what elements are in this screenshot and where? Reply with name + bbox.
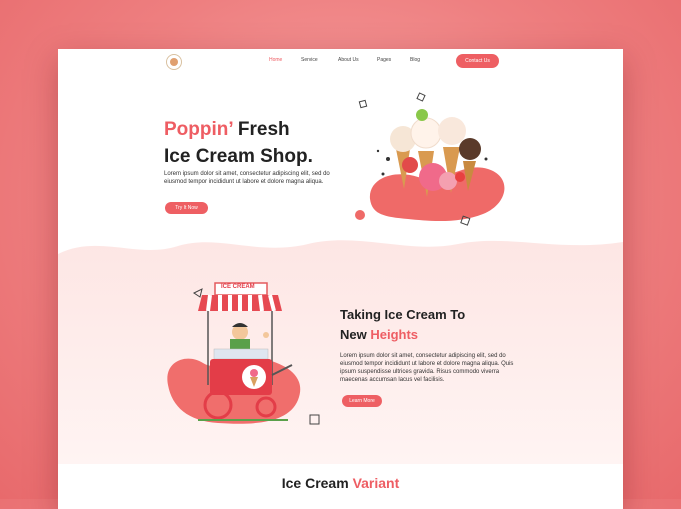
nav-about-us[interactable]: About Us [338, 57, 359, 63]
learn-more-button[interactable]: Learn More [342, 395, 382, 407]
ice-cream-variant-title: Ice Cream Variant [58, 475, 623, 491]
hero-title-accent: Poppin’ [164, 119, 233, 140]
nav-home[interactable]: Home [269, 57, 282, 63]
landing-page: Home Service About Us Pages Blog Contact… [58, 49, 623, 509]
wave-background [58, 240, 623, 464]
hero-title-rest: Fresh [232, 119, 290, 140]
hero-title: Poppin’ Fresh Ice Cream Shop. [164, 116, 313, 170]
nav-blog[interactable]: Blog [410, 57, 420, 63]
section2-title-plain: New [340, 327, 371, 342]
hero-title-line2: Ice Cream Shop. [164, 146, 313, 167]
cart-sign-text: ICE CREAM [221, 284, 255, 290]
nav-pages[interactable]: Pages [377, 57, 391, 63]
variant-title-accent: Variant [352, 475, 400, 491]
section2-title-line1: Taking Ice Cream To [340, 307, 466, 322]
section2-description: Lorem ipsum dolor sit amet, consectetur … [340, 353, 514, 383]
ice-cream-illustration [355, 92, 505, 226]
section2-title: Taking Ice Cream To New Heights [340, 305, 465, 345]
top-nav: Home Service About Us Pages Blog Contact… [58, 49, 623, 73]
ice-cream-cart-illustration [167, 282, 320, 425]
try-it-now-button[interactable]: Try It Now [165, 202, 208, 214]
nav-service[interactable]: Service [301, 57, 318, 63]
hero-description: Lorem ipsum dolor sit amet, consectetur … [164, 171, 330, 185]
variant-title-plain: Ice Cream [281, 475, 353, 491]
contact-us-button[interactable]: Contact Us [456, 54, 499, 68]
section2-title-accent: Heights [370, 327, 419, 342]
logo-icon[interactable] [166, 54, 182, 70]
